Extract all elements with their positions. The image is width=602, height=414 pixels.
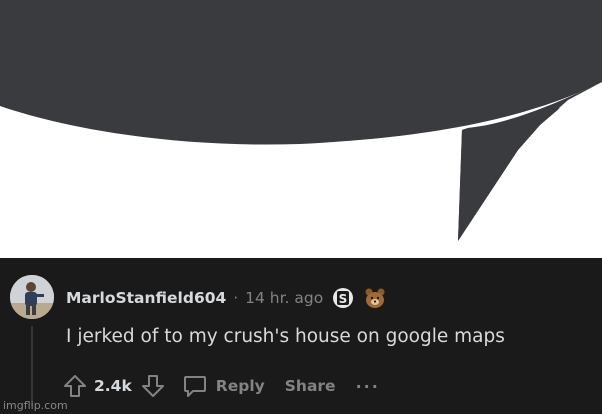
bear-award-icon[interactable] xyxy=(363,286,387,310)
share-button[interactable]: Share xyxy=(285,377,336,395)
reply-button[interactable]: Reply xyxy=(182,373,265,399)
speech-bubble-image xyxy=(0,0,602,258)
meta-separator: · xyxy=(233,289,239,307)
comment-body: I jerked of to my crush's house on googl… xyxy=(66,326,505,347)
thread-line[interactable] xyxy=(31,326,33,406)
comment-actions: 2.4k Reply Share ··· xyxy=(62,372,380,400)
silver-s-award-icon[interactable]: S xyxy=(332,287,354,309)
vote-count: 2.4k xyxy=(94,377,132,395)
downvote-button[interactable] xyxy=(140,373,166,399)
downvote-arrow-icon xyxy=(141,375,164,397)
username-link[interactable]: MarloStanfield604 xyxy=(66,289,226,307)
comment: MarloStanfield604 · 14 hr. ago S I jerke… xyxy=(0,258,602,414)
user-avatar[interactable] xyxy=(10,275,54,319)
svg-text:S: S xyxy=(339,292,348,306)
avatar-photo-icon xyxy=(10,275,54,319)
watermark: imgflip.com xyxy=(3,399,68,412)
comment-bubble-icon xyxy=(183,376,206,397)
timestamp[interactable]: 14 hr. ago xyxy=(245,289,323,307)
upvote-button[interactable] xyxy=(62,373,88,399)
more-options-button[interactable]: ··· xyxy=(356,377,380,396)
comment-meta: MarloStanfield604 · 14 hr. ago S xyxy=(66,286,387,310)
reply-label: Reply xyxy=(215,377,265,395)
speech-bubble-icon xyxy=(0,0,602,241)
upvote-arrow-icon xyxy=(64,375,86,397)
